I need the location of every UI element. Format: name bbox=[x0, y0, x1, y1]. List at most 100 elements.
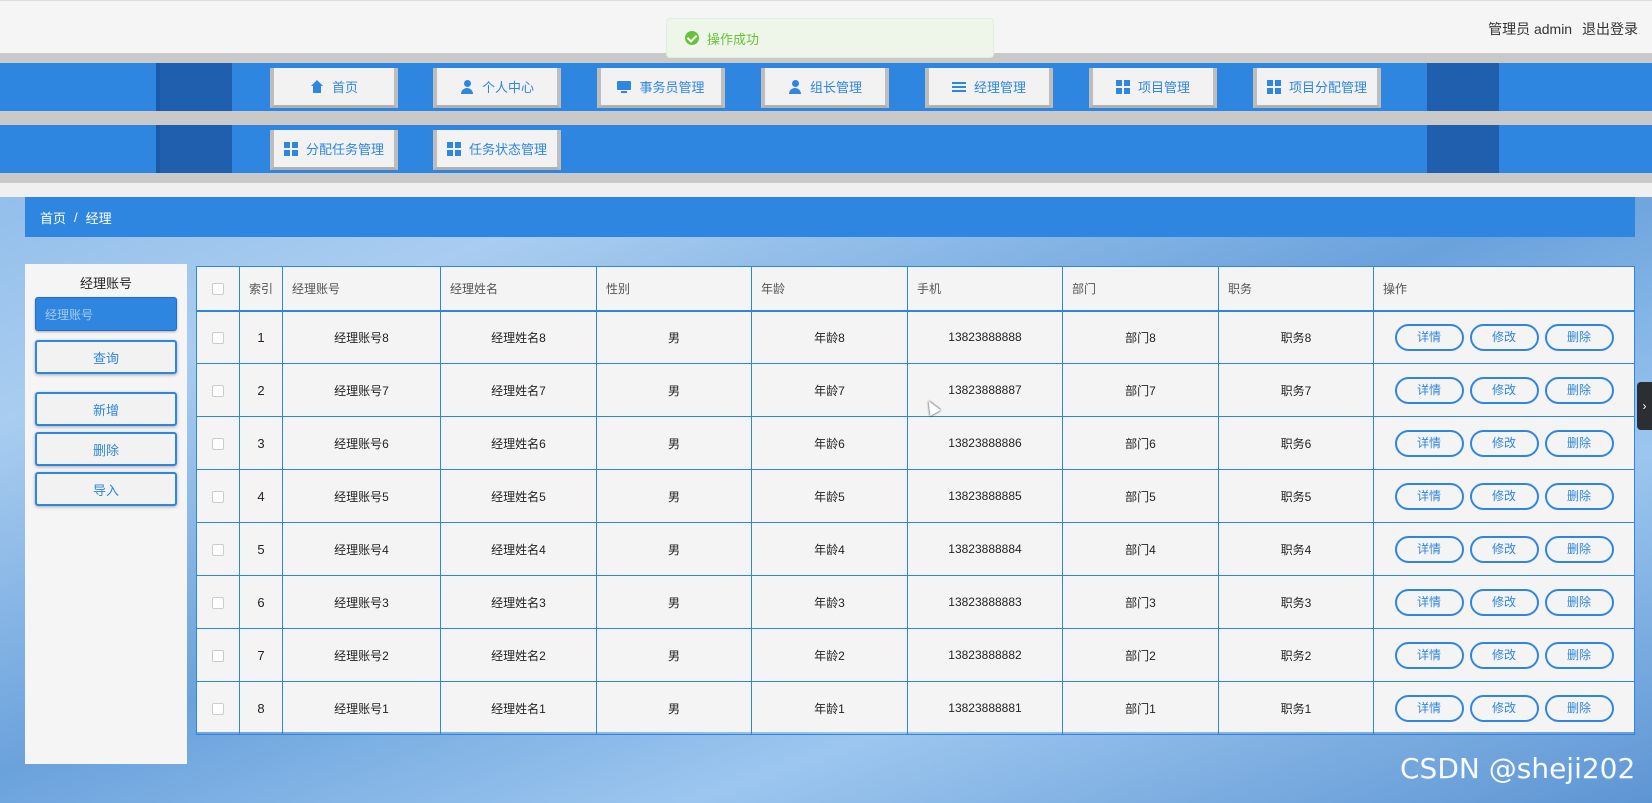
import-button[interactable]: 导入 bbox=[35, 472, 177, 506]
row-select-cell bbox=[196, 416, 240, 470]
cell-department: 部门5 bbox=[1062, 469, 1219, 523]
search-panel: 经理账号 经理账号 查询 新增 删除 导入 bbox=[25, 264, 187, 764]
cell-account: 经理账号3 bbox=[282, 575, 441, 629]
row-checkbox[interactable] bbox=[212, 437, 224, 450]
account-search-input[interactable]: 经理账号 bbox=[35, 297, 177, 331]
breadcrumb-home[interactable]: 首页 bbox=[40, 208, 66, 227]
table-row: 6 经理账号3 经理姓名3 男年龄3 13823888883 部门3 职务3 详情 修改 删除 bbox=[196, 575, 1635, 629]
nav-item-leader-management[interactable]: 组长管理 bbox=[761, 68, 889, 108]
nav-item-home[interactable]: 首页 bbox=[270, 68, 398, 108]
watermark: CSDN @sheji202 bbox=[1400, 752, 1636, 785]
detail-button[interactable]: 详情 bbox=[1394, 376, 1464, 404]
detail-button[interactable]: 详情 bbox=[1394, 694, 1464, 722]
nav-item-project-assignment[interactable]: 项目分配管理 bbox=[1253, 68, 1381, 108]
delete-button[interactable]: 删除 bbox=[1544, 323, 1614, 351]
cell-index: 6 bbox=[239, 575, 283, 629]
user-icon bbox=[788, 79, 802, 94]
edit-button[interactable]: 修改 bbox=[1469, 641, 1539, 669]
row-select-cell bbox=[196, 681, 240, 735]
list-icon bbox=[951, 80, 966, 94]
cell-title: 职务8 bbox=[1218, 310, 1374, 364]
edit-button[interactable]: 修改 bbox=[1469, 376, 1539, 404]
edit-button[interactable]: 修改 bbox=[1469, 588, 1539, 616]
delete-button[interactable]: 删除 bbox=[1544, 641, 1614, 669]
detail-button[interactable]: 详情 bbox=[1394, 535, 1464, 563]
column-header-name: 经理姓名 bbox=[440, 266, 597, 312]
delete-button[interactable]: 删除 bbox=[1544, 482, 1614, 510]
edit-button[interactable]: 修改 bbox=[1469, 429, 1539, 457]
cell-department: 部门6 bbox=[1062, 416, 1219, 470]
cell-actions: 详情 修改 删除 bbox=[1373, 628, 1635, 682]
cell-name: 经理姓名1 bbox=[440, 681, 597, 735]
home-icon bbox=[310, 79, 324, 94]
batch-delete-button[interactable]: 删除 bbox=[35, 432, 177, 466]
nav-item-clerk-management[interactable]: 事务员管理 bbox=[597, 68, 725, 108]
collapse-side-tab[interactable]: › bbox=[1637, 382, 1652, 430]
edit-button[interactable]: 修改 bbox=[1469, 482, 1539, 510]
nav-item-task-assignment[interactable]: 分配任务管理 bbox=[270, 130, 398, 170]
edit-button[interactable]: 修改 bbox=[1469, 323, 1539, 351]
query-button[interactable]: 查询 bbox=[35, 340, 177, 374]
column-header-index: 索引 bbox=[239, 266, 283, 312]
cell-gender: 男 bbox=[596, 575, 752, 629]
row-checkbox[interactable] bbox=[212, 702, 224, 715]
detail-button[interactable]: 详情 bbox=[1394, 323, 1464, 351]
nav-row-1-left-panel bbox=[156, 63, 232, 111]
nav-row-2-left-panel bbox=[156, 125, 232, 173]
cell-age: 年龄1 bbox=[751, 681, 908, 735]
cell-age: 年龄3 bbox=[751, 575, 908, 629]
cell-department: 部门2 bbox=[1062, 628, 1219, 682]
cell-index: 3 bbox=[239, 416, 283, 470]
row-checkbox[interactable] bbox=[212, 596, 224, 609]
nav-item-project-management[interactable]: 项目管理 bbox=[1089, 68, 1217, 108]
nav-item-label: 事务员管理 bbox=[639, 80, 705, 95]
current-user-label: 管理员 admin bbox=[1488, 21, 1573, 37]
cell-phone: 13823888882 bbox=[907, 628, 1063, 682]
delete-button[interactable]: 删除 bbox=[1544, 694, 1614, 722]
select-all-checkbox[interactable] bbox=[212, 283, 224, 296]
cell-title: 职务7 bbox=[1218, 363, 1374, 417]
add-button[interactable]: 新增 bbox=[35, 392, 177, 426]
logout-link[interactable]: 退出登录 bbox=[1582, 21, 1638, 37]
nav-item-manager-management[interactable]: 经理管理 bbox=[925, 68, 1053, 108]
row-checkbox[interactable] bbox=[212, 490, 224, 503]
cell-name: 经理姓名7 bbox=[440, 363, 597, 417]
detail-button[interactable]: 详情 bbox=[1394, 482, 1464, 510]
cell-index: 2 bbox=[239, 363, 283, 417]
row-select-cell bbox=[196, 310, 240, 364]
monitor-icon bbox=[617, 80, 632, 94]
cell-index: 4 bbox=[239, 469, 283, 523]
nav-item-personal-center[interactable]: 个人中心 bbox=[433, 68, 561, 108]
cell-department: 部门8 bbox=[1062, 310, 1219, 364]
row-select-cell bbox=[196, 628, 240, 682]
cell-index: 5 bbox=[239, 522, 283, 576]
detail-button[interactable]: 详情 bbox=[1394, 429, 1464, 457]
cell-gender: 男 bbox=[596, 522, 752, 576]
cell-gender: 男 bbox=[596, 628, 752, 682]
nav-item-task-status[interactable]: 任务状态管理 bbox=[433, 130, 561, 170]
cell-phone: 13823888886 bbox=[907, 416, 1063, 470]
cell-gender: 男 bbox=[596, 681, 752, 735]
row-checkbox[interactable] bbox=[212, 649, 224, 662]
cell-actions: 详情 修改 删除 bbox=[1373, 416, 1635, 470]
row-checkbox[interactable] bbox=[212, 332, 224, 345]
edit-button[interactable]: 修改 bbox=[1469, 535, 1539, 563]
edit-button[interactable]: 修改 bbox=[1469, 694, 1539, 722]
cell-actions: 详情 修改 删除 bbox=[1373, 363, 1635, 417]
table-row: 2 经理账号7 经理姓名7 男年龄7 13823888887 部门7 职务7 详情 修改 删除 bbox=[196, 363, 1635, 417]
detail-button[interactable]: 详情 bbox=[1394, 641, 1464, 669]
row-checkbox[interactable] bbox=[212, 384, 224, 397]
delete-button[interactable]: 删除 bbox=[1544, 376, 1614, 404]
cell-account: 经理账号6 bbox=[282, 416, 441, 470]
cell-actions: 详情 修改 删除 bbox=[1373, 310, 1635, 364]
cell-phone: 13823888885 bbox=[907, 469, 1063, 523]
user-icon bbox=[460, 79, 474, 94]
cell-account: 经理账号4 bbox=[282, 522, 441, 576]
delete-button[interactable]: 删除 bbox=[1544, 535, 1614, 563]
delete-button[interactable]: 删除 bbox=[1544, 588, 1614, 616]
breadcrumb-gap bbox=[0, 183, 1652, 197]
row-checkbox[interactable] bbox=[212, 543, 224, 556]
detail-button[interactable]: 详情 bbox=[1394, 588, 1464, 616]
delete-button[interactable]: 删除 bbox=[1544, 429, 1614, 457]
toast-message: 操作成功 bbox=[707, 31, 760, 47]
